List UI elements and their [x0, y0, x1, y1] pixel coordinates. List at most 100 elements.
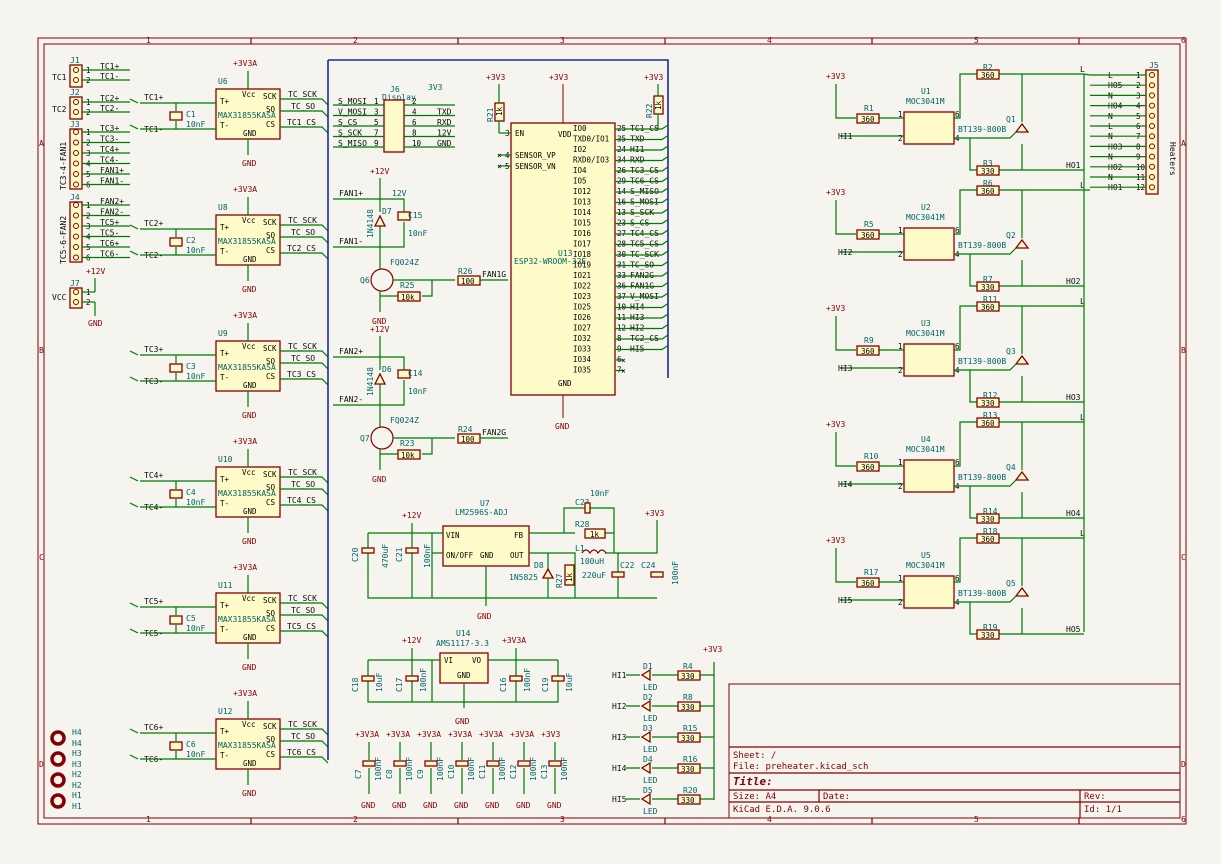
max-so: SO: [266, 105, 276, 114]
max-cap-val: 10nF: [186, 498, 205, 507]
triac-channel: +3V3HI1R1360U1MOC3041M1264LR2360R3330HO1…: [826, 63, 1085, 176]
max-sck: SCK: [263, 344, 277, 353]
heaters-connector: J5 Heaters 1L2HO53N4HO45N6L7N8HO39N10HO2…: [1083, 61, 1177, 632]
esp-right-pin: IO23: [573, 292, 591, 301]
j2-side: TC2: [52, 105, 67, 114]
led-net: HI2: [612, 702, 627, 711]
r22-val: 1k: [654, 100, 663, 110]
l1-val: 100uH: [580, 557, 604, 566]
ldo-12v: +12V: [402, 636, 421, 645]
max-tminus: T-: [220, 247, 229, 256]
max-sck-net: TC_SCK: [288, 468, 317, 477]
ldo-cap-ref: C17: [395, 677, 404, 692]
tb-size: Size: A4: [733, 792, 776, 802]
max-cap-ref: C4: [186, 488, 196, 497]
max-so: SO: [266, 483, 276, 492]
decoupling-gnd: GND: [361, 801, 376, 810]
esp-right-pin: TXD0/IO1: [573, 135, 609, 144]
triac-body: [1014, 122, 1030, 133]
max-cap: [169, 489, 183, 499]
max-tplus-net: TC5+: [144, 597, 163, 606]
max-tplus: T+: [220, 475, 230, 484]
max-cap-val: 10nF: [186, 120, 205, 129]
decoupling-cap-ref: C8: [385, 769, 394, 779]
triac-rg-val: 360: [981, 303, 995, 312]
j3-body: [69, 128, 83, 190]
max-gnd: GND: [242, 159, 257, 168]
ldo-cap-val: 10uF: [375, 673, 384, 692]
title-block: Sheet: / File: preheater.kicad_sch Title…: [728, 683, 1181, 819]
decoupling-rail: +3V3A: [479, 730, 503, 739]
max-tplus-net: TC4+: [144, 471, 163, 480]
max-so-net: TC_SO: [291, 354, 315, 363]
max-3v3a: +3V3A: [233, 689, 257, 698]
buck-gnd: GND: [477, 612, 492, 621]
max-tminus: T-: [220, 373, 229, 382]
triac-rin-val: 360: [861, 231, 875, 240]
max-so-net: TC_SO: [291, 480, 315, 489]
max-so: SO: [266, 357, 276, 366]
max-cap: [169, 111, 183, 121]
max-sck-net: TC_SCK: [288, 342, 317, 351]
hole-ref: H2: [72, 770, 82, 779]
mounting-hole: [50, 772, 66, 788]
j6-right-net: 12V: [437, 129, 452, 138]
tc-connectors: J1 TC1 J2 TC2 J3 TC3-4-FAN1 J4 TC5-6-FAN…: [52, 56, 130, 328]
max-cap: [169, 615, 183, 625]
connector-net-label: TC3+: [100, 124, 119, 133]
max-vcc: Vcc: [242, 90, 256, 99]
triac-ref: Q4: [1006, 463, 1016, 472]
max-3v3a: +3V3A: [233, 59, 257, 68]
esp-right-pin: IO17: [573, 240, 591, 249]
fan-diode: [373, 372, 387, 385]
connector-net-label: FAN2-: [100, 208, 124, 217]
triac-rin-val: 360: [861, 347, 875, 356]
max-cs-net: TC1_CS: [287, 118, 316, 127]
max-tminus: T-: [220, 499, 229, 508]
c22-val: 220uF: [582, 571, 606, 580]
c20-ref: C20: [351, 547, 360, 562]
connector-net-label: TC2-: [100, 104, 119, 113]
max-ref: U12: [218, 707, 233, 716]
fan-diode-val: 1N4148: [366, 209, 375, 238]
esp32-gnd: GND: [555, 422, 570, 431]
max-cs: CS: [266, 498, 276, 507]
decoupling-gnd: GND: [516, 801, 531, 810]
c21-ref: C21: [395, 547, 404, 562]
opto-part: MOC3041M: [906, 561, 945, 570]
decoupling-cap-val: 100nF: [374, 757, 383, 781]
triac-3v3: +3V3: [826, 304, 845, 313]
max-tminus: T-: [220, 751, 229, 760]
triac-ref: Q2: [1006, 231, 1016, 240]
display-connector: J6 Display 3V3 S_MOSI 1V_MOSI 3S_CS 5S_SCK 7…: [333, 83, 455, 153]
fan-rg-val: 100: [461, 277, 475, 286]
max-tplus: T+: [220, 601, 230, 610]
max31855-channel: U9MAX31855KASAVccGNDT+T-SCKSOCS+3V3AGNDT…: [129, 311, 329, 420]
led-r-val: 330: [681, 734, 695, 743]
ldo-cap: [361, 675, 375, 682]
fan-mosfet-val: FQ024Z: [390, 416, 419, 425]
frame-col-bottom: 2: [353, 815, 358, 824]
j2-ref: J2: [70, 88, 80, 97]
triac-hi-net: HI1: [838, 132, 853, 141]
r21-3v3: +3V3: [486, 73, 505, 82]
r21-val: 1k: [495, 106, 504, 116]
status-led: HI2 D2 LED R8330: [612, 693, 714, 723]
decoupling-cap-val: 100nF: [405, 757, 414, 781]
max31855-channel: U6MAX31855KASAVccGNDT+T-SCKSOCS+3V3AGNDT…: [129, 59, 329, 168]
connector-net-label: TC1+: [100, 62, 119, 71]
opto-part: MOC3041M: [906, 445, 945, 454]
led-body: [640, 668, 651, 682]
decoupling-caps: +3V3AC7 100nFGND+3V3AC8 100nFGND+3V3AC9 100…: [354, 730, 569, 810]
j6-right-net: GND: [437, 139, 452, 148]
u7-out: OUT: [510, 551, 524, 560]
connector-net-label: TC3-: [100, 135, 119, 144]
triac-channel: +3V3HI5R17360U5MOC3041M1264LR18360R19330…: [826, 527, 1085, 640]
max-cs-net: TC4_CS: [287, 496, 316, 505]
fan-rp-val: 10k: [401, 451, 415, 460]
decoupling-cap-ref: C13: [540, 764, 549, 779]
fan-rp-ref: R23: [400, 439, 415, 448]
decoupling-cap: +3V3A C12 100nF GND: [509, 730, 538, 810]
led-ref: D5: [643, 786, 653, 795]
led-r-val: 330: [681, 672, 695, 681]
